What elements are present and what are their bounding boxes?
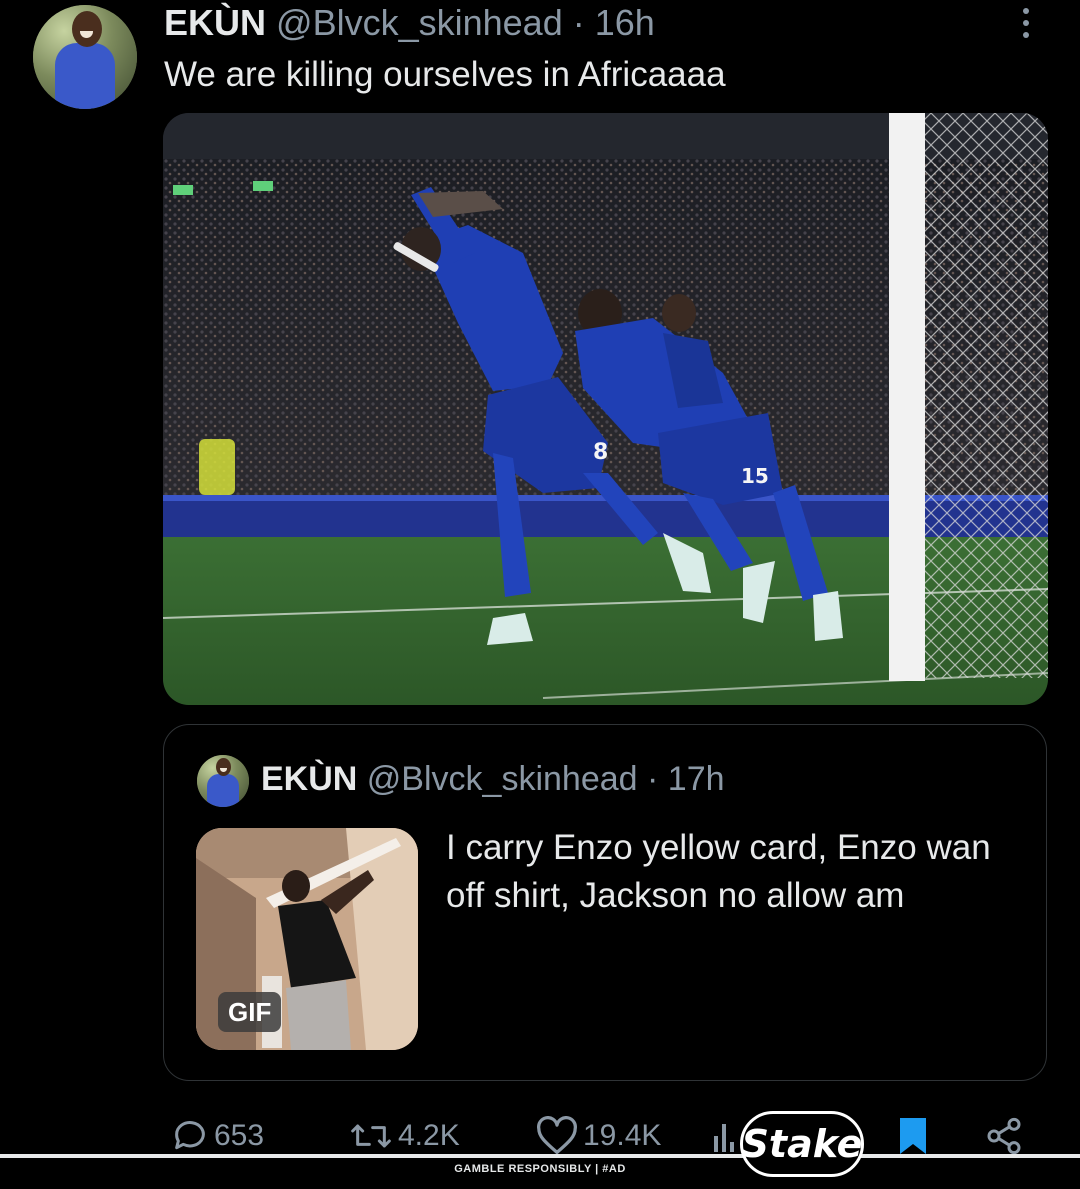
like-button[interactable]: 19.4K (535, 1114, 661, 1158)
bookmark-icon (900, 1118, 926, 1154)
bookmark-button[interactable] (896, 1114, 934, 1158)
tweet-photo[interactable]: 8 15 (163, 113, 1048, 705)
shirt-number-15: 15 (741, 464, 769, 488)
gif-badge: GIF (218, 992, 282, 1032)
share-icon (987, 1117, 1021, 1155)
quoted-author-handle: @Blvck_skinhead (366, 760, 638, 798)
repost-count: 4.2K (398, 1119, 460, 1152)
like-count: 19.4K (583, 1119, 662, 1152)
more-options-icon[interactable] (1018, 8, 1034, 44)
quoted-tweet[interactable]: EKÙN @Blvck_skinhead · 17h GIF I carry E… (163, 724, 1047, 1081)
repost-button[interactable]: 4.2K (348, 1114, 460, 1158)
quoted-gif[interactable]: GIF (196, 828, 418, 1050)
shirt-number-8: 8 (593, 440, 608, 465)
ad-divider-line (0, 1154, 1080, 1158)
quoted-timestamp: 17h (667, 760, 725, 798)
quoted-author-name: EKÙN (261, 760, 358, 798)
header-separator: · (572, 2, 585, 43)
reply-count: 653 (214, 1119, 265, 1152)
author-name[interactable]: EKÙN (164, 2, 266, 43)
tweet-action-bar: 653 4.2K 19.4K (0, 1114, 1080, 1158)
quoted-tweet-text: I carry Enzo yellow card, Enzo wan off s… (446, 828, 991, 915)
quoted-header-separator: · (647, 760, 659, 798)
photo-illustration: 8 15 (163, 113, 1048, 705)
author-handle[interactable]: @Blvck_skinhead (276, 2, 563, 43)
repost-icon (351, 1124, 391, 1148)
ad-disclaimer: GAMBLE RESPONSIBLY | #AD (454, 1163, 626, 1175)
tweet-text: We are killing ourselves in Africaaaa (164, 55, 726, 94)
views-icon (714, 1124, 734, 1152)
tweet-timestamp[interactable]: 16h (595, 2, 655, 43)
heart-icon (537, 1116, 577, 1154)
reply-icon (175, 1121, 205, 1150)
quoted-author-avatar[interactable] (197, 755, 249, 807)
views-button[interactable] (712, 1114, 744, 1158)
quoted-tweet-header: EKÙN @Blvck_skinhead · 17h (261, 759, 725, 799)
author-avatar[interactable] (33, 5, 137, 109)
tweet-header: EKÙN @Blvck_skinhead · 16h (164, 2, 655, 44)
reply-button[interactable]: 653 (170, 1114, 264, 1158)
share-button[interactable] (984, 1114, 1028, 1158)
